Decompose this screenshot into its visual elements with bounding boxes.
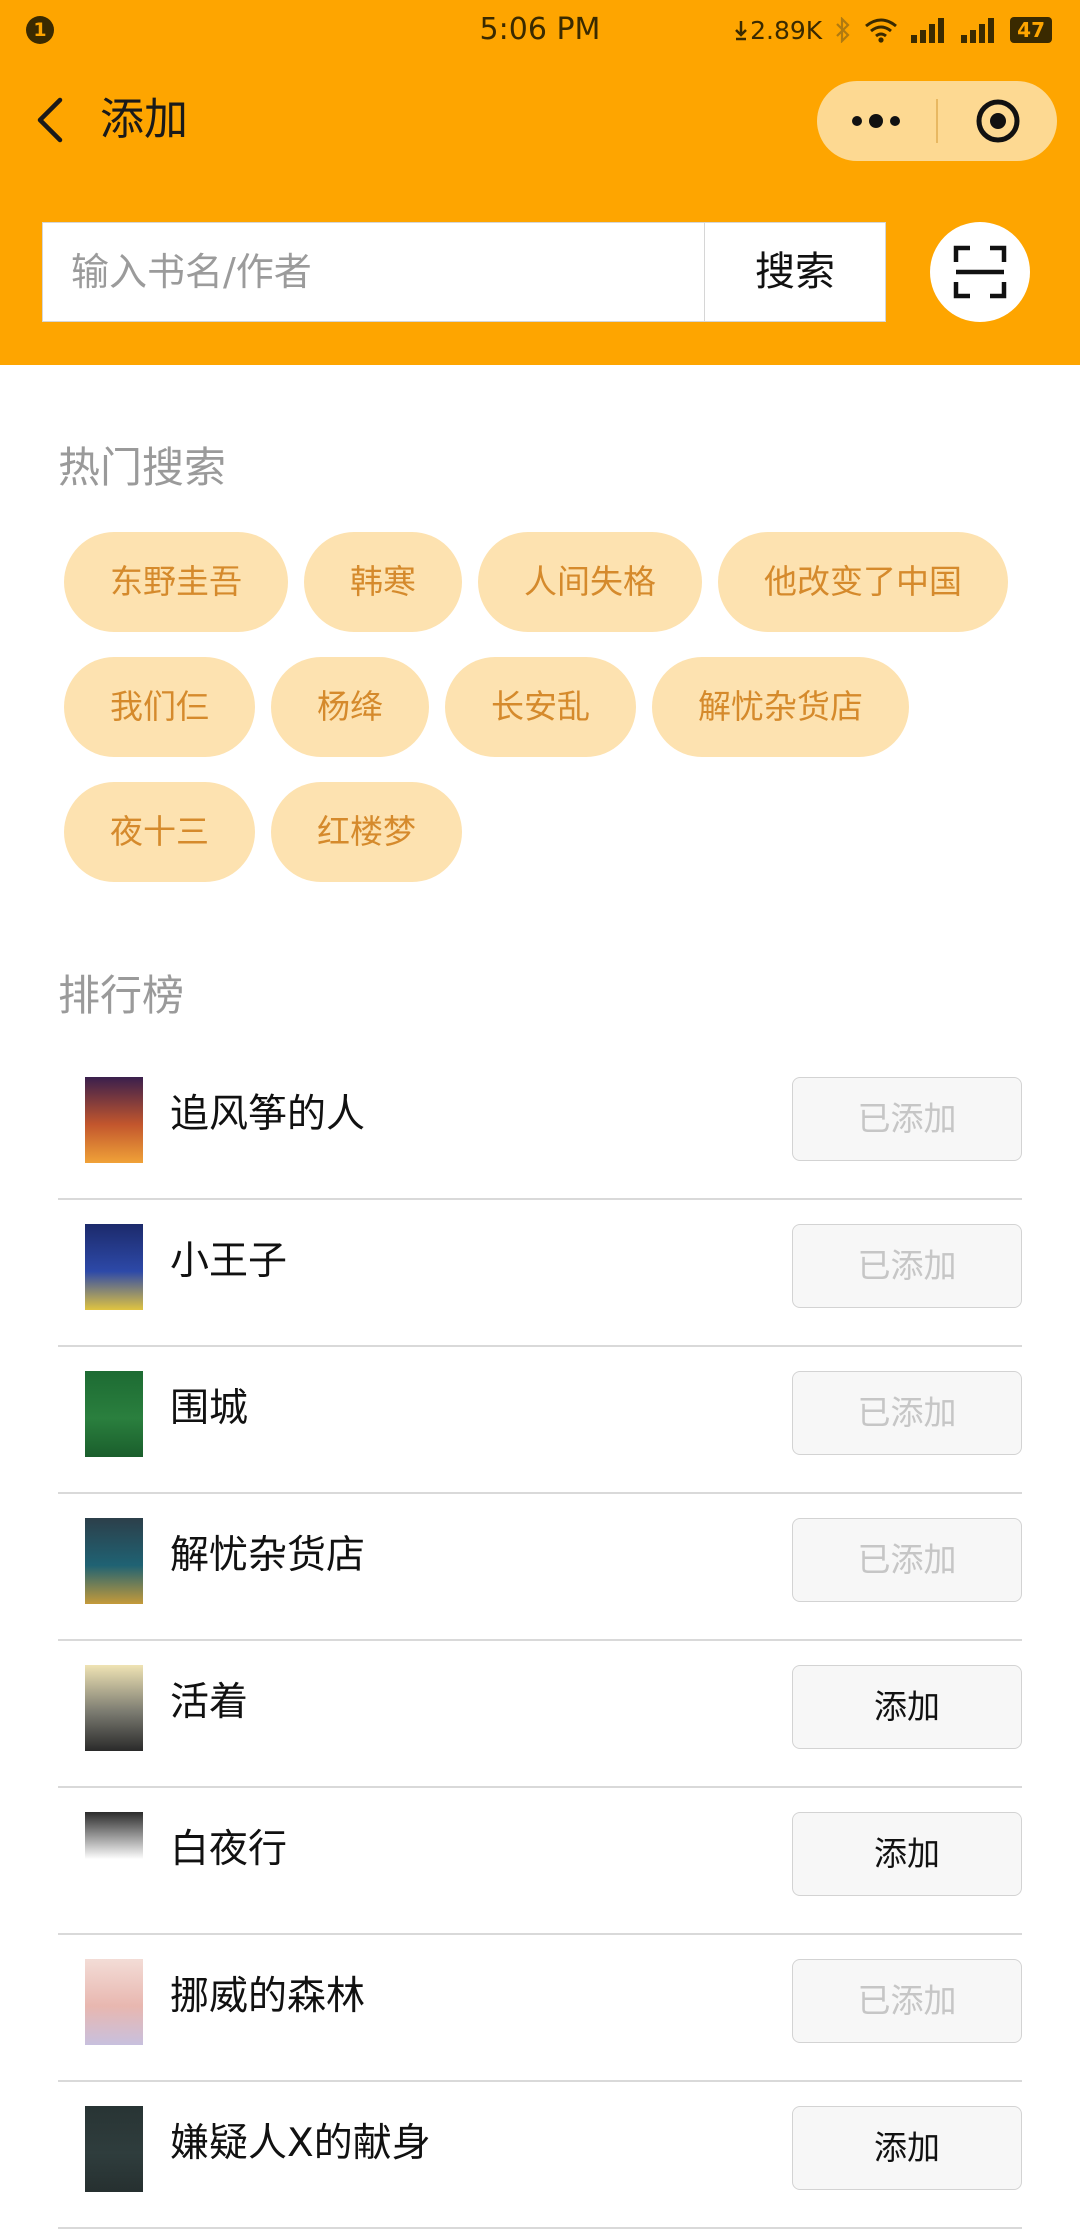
ranking-list: 追风筝的人 已添加 小王子 已添加 围城 已添加 解忧杂货店 已添加 活着 添加… (58, 1053, 1022, 2229)
book-cover (85, 1812, 143, 1898)
search-bar: 搜索 (42, 222, 886, 322)
bluetooth-icon (836, 17, 850, 43)
book-cover (85, 1371, 143, 1457)
miniprogram-capsule (817, 81, 1057, 161)
add-book-button[interactable]: 已添加 (792, 1077, 1022, 1161)
hot-search-title: 热门搜索 (58, 443, 227, 492)
scan-icon (953, 245, 1007, 299)
book-cover (85, 2106, 143, 2192)
signal-icon (911, 18, 945, 43)
app-header: 1 5:06 PM 2.89K 47 添加 输入书名/作者 搜索 (0, 0, 1080, 365)
hot-tag[interactable]: 长安乱 (445, 657, 636, 757)
book-cover (85, 1959, 143, 2045)
page-title: 添加 (100, 94, 188, 145)
hot-tag[interactable]: 红楼梦 (271, 782, 462, 882)
chevron-left-icon (37, 97, 63, 143)
hot-tag[interactable]: 东野圭吾 (64, 532, 288, 632)
book-row[interactable]: 挪威的森林 已添加 (58, 1935, 1022, 2082)
book-cover (85, 1518, 143, 1604)
hot-tag[interactable]: 韩寒 (304, 532, 462, 632)
book-row[interactable]: 活着 添加 (58, 1641, 1022, 1788)
add-book-button[interactable]: 已添加 (792, 1371, 1022, 1455)
book-title: 解忧杂货店 (170, 1533, 366, 1578)
add-book-button[interactable]: 已添加 (792, 1959, 1022, 2043)
hot-tag[interactable]: 他改变了中国 (718, 532, 1008, 632)
hot-search-tags: 东野圭吾 韩寒 人间失格 他改变了中国 我们仨 杨绛 长安乱 解忧杂货店 夜十三… (64, 532, 1024, 907)
tag-row: 我们仨 杨绛 长安乱 解忧杂货店 (64, 657, 1024, 757)
hot-tag[interactable]: 解忧杂货店 (652, 657, 909, 757)
book-cover (85, 1665, 143, 1751)
book-title: 小王子 (170, 1239, 288, 1284)
target-circle-icon (976, 99, 1020, 143)
more-dots-icon (852, 114, 900, 128)
book-row[interactable]: 围城 已添加 (58, 1347, 1022, 1494)
book-row[interactable]: 解忧杂货店 已添加 (58, 1494, 1022, 1641)
add-book-button[interactable]: 添加 (792, 1665, 1022, 1749)
book-title: 围城 (170, 1386, 249, 1431)
hot-tag[interactable]: 人间失格 (478, 532, 702, 632)
scan-button[interactable] (930, 222, 1030, 322)
download-speed: 2.89K (734, 16, 822, 45)
wifi-icon (865, 18, 898, 43)
search-input[interactable] (43, 223, 703, 321)
tag-row: 夜十三 红楼梦 (64, 782, 1024, 882)
add-book-button[interactable]: 添加 (792, 1812, 1022, 1896)
book-title: 活着 (170, 1680, 249, 1725)
hot-tag[interactable]: 我们仨 (64, 657, 255, 757)
back-button[interactable] (30, 94, 74, 146)
search-button[interactable]: 搜索 (704, 223, 885, 321)
book-title: 追风筝的人 (170, 1092, 366, 1137)
book-row[interactable]: 白夜行 添加 (58, 1788, 1022, 1935)
hot-tag[interactable]: 杨绛 (271, 657, 429, 757)
download-arrow-icon (735, 21, 747, 41)
book-title: 白夜行 (170, 1827, 288, 1872)
nav-bar: 添加 (0, 70, 1080, 170)
ranking-title: 排行榜 (58, 971, 185, 1020)
add-book-button[interactable]: 已添加 (792, 1518, 1022, 1602)
hot-tag[interactable]: 夜十三 (64, 782, 255, 882)
book-cover (85, 1224, 143, 1310)
book-row[interactable]: 小王子 已添加 (58, 1200, 1022, 1347)
book-title: 挪威的森林 (170, 1974, 366, 2019)
book-cover (85, 1077, 143, 1163)
more-options-button[interactable] (849, 105, 903, 137)
book-row[interactable]: 追风筝的人 已添加 (58, 1053, 1022, 1200)
battery-indicator: 47 (1010, 17, 1052, 43)
net-speed-text: 2.89K (750, 15, 823, 45)
status-indicators: 2.89K 47 (734, 12, 1052, 48)
book-title: 嫌疑人X的献身 (170, 2121, 431, 2166)
tag-row: 东野圭吾 韩寒 人间失格 他改变了中国 (64, 532, 1024, 632)
status-bar: 1 5:06 PM 2.89K 47 (0, 0, 1080, 60)
add-book-button[interactable]: 已添加 (792, 1224, 1022, 1308)
add-book-button[interactable]: 添加 (792, 2106, 1022, 2190)
close-miniprogram-button[interactable] (974, 97, 1022, 145)
capsule-divider (936, 99, 938, 143)
book-row[interactable]: 嫌疑人X的献身 添加 (58, 2082, 1022, 2229)
signal-2-icon (961, 18, 995, 43)
